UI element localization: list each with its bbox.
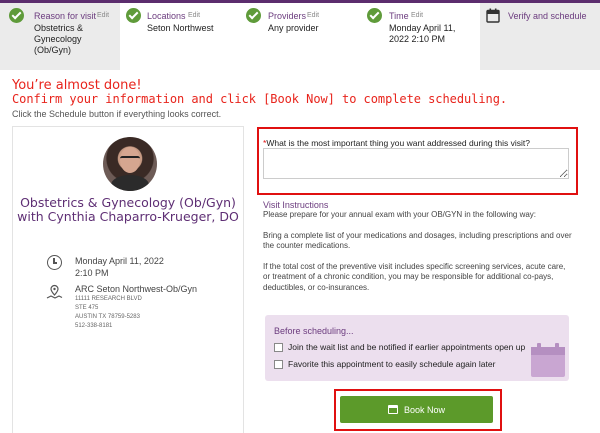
- step-providers-edit-link[interactable]: Edit: [307, 12, 319, 19]
- instruction-paragraph: If the total cost of the preventive visi…: [263, 261, 566, 292]
- provider-title: Obstetrics & Gynecology (Ob/Gyn) with Cy…: [17, 195, 239, 224]
- page-instruction: Confirm your information and click [Book…: [12, 92, 508, 106]
- address-line: AUSTIN TX 78759-5283: [75, 314, 140, 320]
- calendar-icon: [531, 343, 565, 377]
- question-label: *What is the most important thing you wa…: [263, 138, 530, 148]
- step-locations-edit-link[interactable]: Edit: [188, 12, 200, 19]
- book-now-button[interactable]: Book Now: [340, 396, 493, 423]
- calendar-icon: [486, 8, 500, 23]
- waitlist-label: Join the wait list and be notified if ea…: [288, 342, 526, 352]
- favorite-option[interactable]: Favorite this appointment to easily sche…: [274, 359, 495, 369]
- step-time-edit-link[interactable]: Edit: [411, 12, 423, 19]
- step-reason-edit-link[interactable]: Edit: [97, 12, 109, 19]
- before-scheduling-title: Before scheduling...: [274, 326, 354, 336]
- page-subtext: Click the Schedule button if everything …: [12, 109, 222, 119]
- map-pin-icon: [46, 284, 63, 299]
- location-name: ARC Seton Northwest-Ob/Gyn: [75, 284, 198, 294]
- check-icon: [246, 8, 261, 23]
- step-providers-value: Any provider: [268, 23, 319, 33]
- step-providers-label: Providers: [268, 11, 307, 21]
- favorite-label: Favorite this appointment to easily sche…: [288, 359, 496, 369]
- check-icon: [126, 8, 141, 23]
- check-icon: [367, 8, 382, 23]
- question-text: What is the most important thing you wan…: [266, 138, 530, 148]
- appointment-date: Monday April 11, 2022: [75, 256, 164, 266]
- clock-icon: [47, 255, 62, 270]
- question-textarea[interactable]: [263, 148, 569, 179]
- address-line: STE 475: [75, 305, 99, 311]
- phone-number: 512-338-8181: [75, 323, 113, 329]
- step-locations-value: Seton Northwest: [147, 23, 214, 33]
- step-verify-label: Verify and schedule: [508, 11, 587, 21]
- waitlist-checkbox[interactable]: [274, 342, 283, 352]
- address-line: 11111 RESEARCH BLVD: [75, 296, 142, 302]
- favorite-checkbox[interactable]: [274, 359, 283, 369]
- instruction-paragraph: Please prepare for your annual exam with…: [263, 210, 537, 219]
- waitlist-option[interactable]: Join the wait list and be notified if ea…: [274, 342, 525, 352]
- instruction-paragraph: Bring a complete list of your medication…: [263, 230, 572, 251]
- page-headline: You’re almost done!: [12, 78, 142, 93]
- appointment-datetime: Monday April 11, 2022 2:10 PM: [75, 255, 164, 279]
- step-locations-label: Locations: [147, 11, 186, 21]
- step-time-label: Time: [389, 11, 409, 21]
- provider-avatar: [103, 137, 157, 191]
- calendar-icon: [387, 405, 398, 414]
- visit-instructions-title: Visit Instructions: [263, 200, 329, 210]
- check-icon: [9, 8, 24, 23]
- visit-instructions-body: Please prepare for your annual exam with…: [263, 210, 573, 303]
- book-now-label: Book Now: [403, 404, 446, 415]
- step-time-value: Monday April 11, 2022 2:10 PM: [389, 23, 456, 44]
- step-reason-value: Obstetrics & Gynecology (Ob/Gyn): [34, 23, 84, 55]
- location-address: 11111 RESEARCH BLVD STE 475 AUSTIN TX 78…: [75, 295, 142, 331]
- appointment-time: 2:10 PM: [75, 268, 109, 278]
- step-reason-label: Reason for visit: [34, 11, 97, 21]
